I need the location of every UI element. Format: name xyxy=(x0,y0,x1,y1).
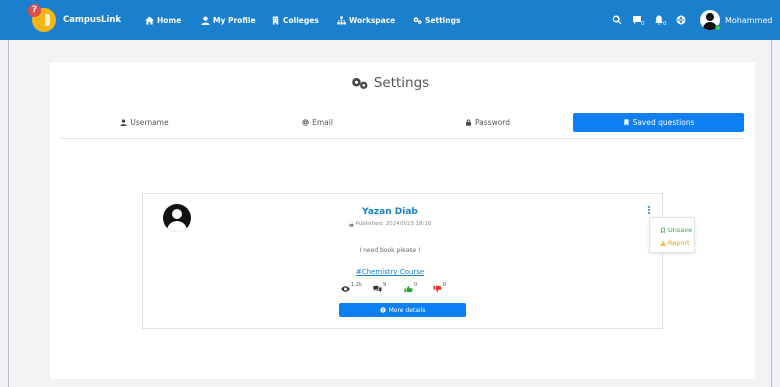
kebab-dot-icon xyxy=(648,209,650,211)
search-button[interactable] xyxy=(612,0,622,40)
menu-item-report-label: Report xyxy=(668,239,690,247)
likes-count: 0 xyxy=(414,282,418,288)
nav-colleges[interactable]: Colleges xyxy=(271,0,319,40)
notifications-count: 0 xyxy=(663,21,667,27)
messages-button[interactable]: 0 xyxy=(632,0,645,40)
nav-home-label: Home xyxy=(157,15,182,25)
nav-workspace[interactable]: Workspace xyxy=(337,0,395,40)
language-button[interactable] xyxy=(676,0,686,40)
tab-saved-questions[interactable]: Saved questions xyxy=(573,113,744,132)
like-button[interactable]: 0 xyxy=(404,282,418,293)
building-icon xyxy=(272,15,279,25)
tab-email-label: Email xyxy=(312,118,333,127)
nav-settings-label: Settings xyxy=(425,15,461,25)
home-icon xyxy=(145,15,154,25)
nav-home[interactable]: Home xyxy=(145,0,181,40)
globe-icon xyxy=(676,15,686,25)
user-icon xyxy=(120,119,128,126)
menu-item-report[interactable]: Report xyxy=(660,239,690,247)
kebab-dot-icon xyxy=(648,206,650,208)
online-status-dot xyxy=(715,25,721,31)
campuslink-logo: ? xyxy=(28,4,56,32)
brand[interactable]: ? CampusLink xyxy=(28,4,122,32)
nav-settings[interactable]: Settings xyxy=(413,0,460,40)
tab-saved-questions-label: Saved questions xyxy=(632,118,695,127)
bookmark-outline-icon xyxy=(661,227,665,233)
user-icon xyxy=(201,16,210,25)
page-title-text: Settings xyxy=(373,75,430,91)
tab-email[interactable]: Email xyxy=(233,113,402,132)
more-details-label: More details xyxy=(388,306,426,314)
thumbs-up-icon xyxy=(404,285,413,293)
views-count: 1.2k xyxy=(351,282,362,288)
nav-colleges-label: Colleges xyxy=(283,15,319,25)
at-icon xyxy=(302,119,309,126)
bookmark-icon xyxy=(623,119,629,126)
tab-username-label: Username xyxy=(130,118,169,127)
tabs-divider xyxy=(60,138,744,139)
gears-icon xyxy=(352,77,368,89)
user-name[interactable]: Mohammed xyxy=(725,0,772,40)
thumbs-down-icon xyxy=(433,285,442,293)
messages-count: 0 xyxy=(641,21,645,27)
comments-icon xyxy=(373,285,382,293)
menu-item-unsave[interactable]: Unsave xyxy=(660,226,692,234)
post-author[interactable]: Yazan Diab xyxy=(0,207,780,217)
tab-password[interactable]: Password xyxy=(403,113,572,132)
views-stat: 1.2k xyxy=(341,282,362,293)
post-options-button[interactable] xyxy=(647,206,651,214)
nav-my-profile[interactable]: My Profile xyxy=(201,0,256,40)
tab-username[interactable]: Username xyxy=(60,113,229,132)
page-title: Settings xyxy=(0,75,780,91)
more-details-button[interactable]: More details xyxy=(339,303,466,317)
sitemap-icon xyxy=(337,15,346,24)
menu-item-unsave-label: Unsave xyxy=(668,226,693,234)
warning-icon xyxy=(660,240,666,246)
post-hashtag[interactable]: #Chemistry Course xyxy=(0,268,780,276)
info-icon xyxy=(379,307,386,313)
comments-count: 9 xyxy=(383,282,387,288)
search-icon xyxy=(612,15,622,25)
kebab-dot-icon xyxy=(648,212,650,214)
notifications-button[interactable]: 0 xyxy=(654,0,667,40)
post-published-text: Published: 2024/0/23 18:10 xyxy=(355,221,432,227)
post-options-menu: Unsave Report xyxy=(649,217,695,253)
calendar-icon xyxy=(349,221,354,227)
gears-icon xyxy=(413,16,422,24)
dislike-button[interactable]: 0 xyxy=(433,282,447,293)
brand-name: CampusLink xyxy=(63,15,122,25)
dislikes-count: 0 xyxy=(443,282,447,288)
tab-password-label: Password xyxy=(474,118,511,127)
nav-workspace-label: Workspace xyxy=(349,15,396,25)
eye-icon xyxy=(341,286,350,292)
lock-icon xyxy=(466,119,471,126)
comments-stat[interactable]: 9 xyxy=(373,282,387,293)
nav-my-profile-label: My Profile xyxy=(213,15,256,25)
